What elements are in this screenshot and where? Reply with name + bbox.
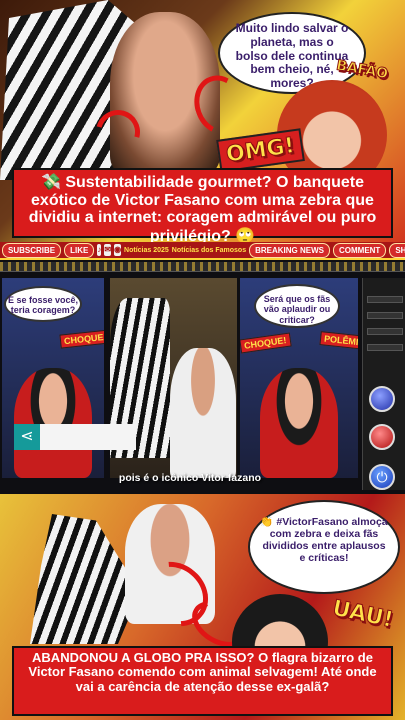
top-caption-text: Sustentabilidade gourmet? O banquete exó…: [28, 174, 377, 242]
right-speech-bubble: Será que os fãs vão aplaudir ou criticar…: [254, 284, 340, 328]
power-icon[interactable]: ⏻: [369, 464, 395, 490]
news-label-1: Notícias 2025: [124, 246, 169, 254]
bottom-speech-text: #VictorFasano almoça com zebra e deixa f…: [262, 516, 388, 565]
zebra-image: [30, 514, 140, 644]
control-deck: ⏻: [362, 278, 405, 490]
subscribe-button[interactable]: SUBSCRIBE: [2, 242, 62, 258]
money-wings-icon: 💸: [40, 172, 61, 191]
eyeroll-emoji-icon: 🙄: [235, 225, 256, 242]
bottom-comic-panel: 👏 #VictorFasano almoça com zebra e deixa…: [0, 494, 405, 720]
share-widget[interactable]: ⋖: [14, 424, 136, 450]
fader-slider[interactable]: [367, 344, 403, 351]
choque-burst: CHOQUE!: [59, 329, 104, 349]
middle-news-panel: SUBSCRIBE LIKE ♪ ✉ ◉ Notícias 2025 Notíc…: [0, 242, 405, 494]
fader-slider[interactable]: [367, 312, 403, 319]
fader-slider[interactable]: [367, 296, 403, 303]
share-button[interactable]: SHARE: [389, 242, 405, 258]
news-label-2: Notícias dos Famosos: [171, 246, 247, 254]
social-toolbar: SUBSCRIBE LIKE ♪ ✉ ◉ Notícias 2025 Notíc…: [0, 242, 405, 260]
share-icon[interactable]: ⋖: [14, 424, 40, 450]
comment-button[interactable]: COMMENT: [332, 242, 387, 258]
bottom-caption: ABANDONOU A GLOBO PRA ISSO? O flagra biz…: [12, 646, 393, 716]
breaking-news-badge: BREAKING NEWS: [249, 242, 330, 258]
polemica-burst: POLÊMICA: [319, 331, 358, 351]
left-speech-bubble: E se fosse você, teria coragem?: [4, 286, 82, 322]
bell-icon[interactable]: ♪: [97, 244, 102, 256]
reaction-girl-illustration: [260, 368, 338, 478]
clap-emoji-icon: 👏: [260, 516, 274, 528]
man-photo: [170, 348, 236, 478]
fader-slider[interactable]: [367, 328, 403, 335]
choque-burst: CHOQUE!: [240, 332, 292, 354]
camera-icon[interactable]: ◉: [114, 244, 122, 256]
right-reaction-panel: Será que os fãs vão aplaudir ou criticar…: [240, 278, 358, 478]
video-subtitle: pois é o icônico Vitor fazano: [118, 472, 262, 484]
blue-round-button[interactable]: [369, 386, 395, 412]
top-caption: 💸 Sustentabilidade gourmet? O banquete e…: [12, 168, 393, 242]
top-comic-panel: Muito lindo salvar o planeta, mas o bols…: [0, 0, 405, 242]
ticker-bar: [0, 262, 405, 272]
red-round-button[interactable]: [369, 424, 395, 450]
reaction-girl-illustration: [14, 368, 92, 478]
uau-burst: UAU!: [330, 595, 396, 634]
like-button[interactable]: LIKE: [64, 242, 95, 258]
speech-bubble: 👏 #VictorFasano almoça com zebra e deixa…: [248, 500, 400, 594]
chat-icon[interactable]: ✉: [104, 244, 112, 256]
